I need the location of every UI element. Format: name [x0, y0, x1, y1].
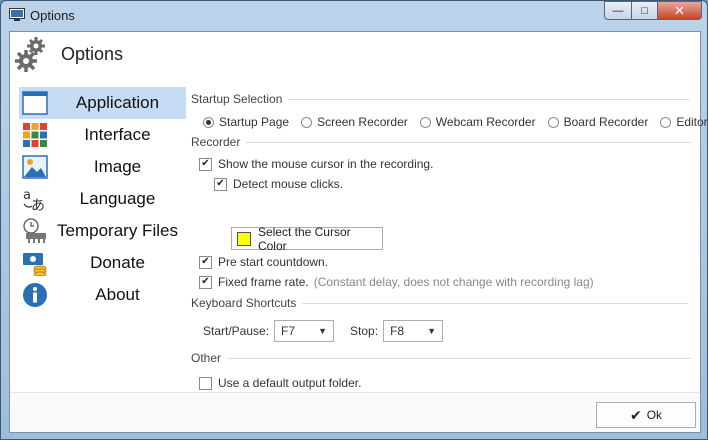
detect-clicks-checkbox[interactable]: ✔ Detect mouse clicks. [214, 177, 343, 191]
group-keyboard-shortcuts: Keyboard Shortcuts [191, 296, 689, 310]
checkbox-box: ✔ [199, 157, 212, 171]
clock-disk-icon [23, 218, 46, 243]
group-startup-selection: Startup Selection [191, 92, 691, 106]
radio-label: Board Recorder [563, 115, 649, 129]
radio-indicator [547, 116, 559, 128]
group-other: Other [191, 351, 692, 365]
caption-buttons: — □ ✕ [604, 1, 702, 20]
select-value: F7 [281, 324, 296, 338]
cursor-color-button[interactable]: Select the Cursor Color [231, 224, 383, 253]
default-folder-checkbox[interactable]: Use a default output folder. [199, 376, 361, 390]
sidebar: Application Interface Image a あ Language… [19, 87, 186, 311]
maximize-button[interactable]: □ [631, 1, 657, 20]
radio-editor[interactable]: Editor [660, 115, 708, 129]
radio-screen-recorder[interactable]: Screen Recorder [301, 115, 408, 129]
radio-webcam-recorder[interactable]: Webcam Recorder [419, 115, 536, 129]
chevron-down-icon: ▼ [318, 326, 328, 336]
checkbox-label: Use a default output folder. [218, 376, 362, 390]
page-title: Options [61, 44, 124, 64]
checkbox-label: Detect mouse clicks. [233, 177, 344, 191]
ok-label: Ok [646, 408, 663, 422]
checkbox-label: Pre start countdown. [218, 255, 329, 269]
radio-startup-page[interactable]: Startup Page [203, 115, 289, 129]
startup-radio-group: Startup Page Screen Recorder Webcam Reco… [203, 115, 708, 129]
cursor-color-label: Select the Cursor Color [257, 224, 351, 253]
checkbox-box: ✔ [214, 177, 227, 191]
title-bar[interactable]: Options — □ ✕ [1, 1, 707, 30]
group-title: Startup Selection [191, 92, 283, 106]
checkbox-box: ✔ [199, 255, 212, 269]
stop-label: Stop: [350, 324, 379, 338]
money-icon [23, 253, 47, 276]
minimize-icon: — [612, 4, 624, 17]
chevron-down-icon: ▼ [427, 326, 437, 336]
group-title: Keyboard Shortcuts [191, 296, 297, 310]
select-value: F8 [390, 324, 405, 338]
options-window: Options — □ ✕ Options Application Interf… [0, 0, 708, 440]
close-icon: ✕ [674, 2, 685, 18]
sidebar-item-interface[interactable]: Interface [19, 119, 186, 151]
sidebar-item-image[interactable]: Image [19, 151, 186, 183]
radio-indicator [419, 116, 431, 128]
sidebar-item-application[interactable]: Application [19, 87, 186, 119]
radio-indicator [301, 116, 313, 128]
fixed-frame-rate-checkbox[interactable]: ✔ Fixed frame rate. (Constant delay, does … [199, 275, 594, 289]
language-icon: a あ [23, 188, 45, 212]
sidebar-item-donate[interactable]: Donate [19, 247, 186, 279]
checkbox-label: Show the mouse cursor in the recording. [218, 157, 434, 171]
show-cursor-checkbox[interactable]: ✔ Show the mouse cursor in the recording. [199, 157, 433, 171]
gears-icon [15, 37, 45, 72]
screen-app-icon [9, 8, 25, 21]
group-recorder: Recorder [191, 135, 693, 149]
fixed-rate-hint: (Constant delay, does not change with re… [313, 275, 594, 289]
color-swatch [237, 231, 251, 246]
countdown-checkbox[interactable]: ✔ Pre start countdown. [199, 255, 328, 269]
minimize-button[interactable]: — [604, 1, 631, 20]
svg-text:a: a [23, 188, 31, 203]
sidebar-item-about[interactable]: About [19, 279, 186, 311]
checkbox-box: ✔ [199, 275, 212, 289]
radio-indicator [203, 116, 214, 128]
sidebar-item-temporary-files[interactable]: Temporary Files [19, 215, 186, 247]
ok-button[interactable]: ✔ Ok [596, 402, 696, 428]
radio-board-recorder[interactable]: Board Recorder [547, 115, 649, 129]
group-title: Other [191, 351, 222, 365]
start-pause-label: Start/Pause: [203, 324, 270, 338]
close-button[interactable]: ✕ [657, 1, 702, 20]
radio-label: Webcam Recorder [435, 115, 536, 129]
svg-text:あ: あ [31, 198, 45, 212]
radio-label: Screen Recorder [317, 115, 408, 129]
checkbox-label: Fixed frame rate. [218, 275, 309, 289]
application-window-icon [22, 91, 48, 115]
radio-indicator [660, 116, 672, 128]
start-pause-select[interactable]: F7 ▼ [274, 320, 335, 342]
window-title: Options [30, 8, 75, 23]
group-title: Recorder [191, 135, 241, 149]
client-area: Options Application Interface Image a あ … [9, 31, 708, 433]
shortcut-row: Start/Pause: F7 ▼ Stop: F8 ▼ [203, 320, 444, 342]
picture-icon [22, 155, 48, 179]
radio-label: Editor [676, 115, 708, 129]
maximize-icon: □ [641, 4, 648, 17]
dialog-footer: ✔ Ok [10, 392, 700, 432]
sidebar-item-language[interactable]: a あ Language [19, 183, 186, 215]
checkmark-icon: ✔ [629, 406, 642, 423]
tiles-icon [23, 123, 47, 147]
info-icon [23, 283, 47, 307]
radio-label: Startup Page [219, 115, 290, 129]
stop-select[interactable]: F8 ▼ [383, 320, 444, 342]
checkbox-box [199, 376, 212, 390]
